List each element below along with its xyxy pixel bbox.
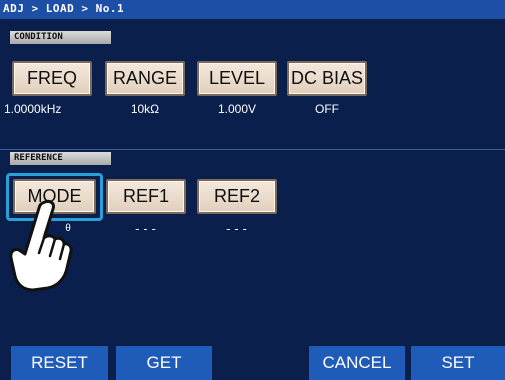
level-value: 1.000V <box>217 102 257 116</box>
reset-button[interactable]: RESET <box>11 346 108 380</box>
freq-value: 1.0000kHz <box>4 102 62 116</box>
set-button[interactable]: SET <box>411 346 505 380</box>
adjustment-screen: ADJ > LOAD > No.1 CONDITION FREQ RANGE L… <box>0 0 505 380</box>
range-button[interactable]: RANGE <box>105 61 185 96</box>
dc-bias-button[interactable]: DC BIAS <box>287 61 367 96</box>
ref2-button[interactable]: REF2 <box>197 179 277 214</box>
hand-pointer-icon <box>9 199 73 292</box>
dc-bias-value: OFF <box>315 102 339 116</box>
section-divider <box>0 149 505 150</box>
condition-section-label: CONDITION <box>10 31 111 44</box>
get-button[interactable]: GET <box>116 346 212 380</box>
breadcrumb: ADJ > LOAD > No.1 <box>3 2 125 15</box>
cancel-button[interactable]: CANCEL <box>309 346 405 380</box>
level-button[interactable]: LEVEL <box>197 61 277 96</box>
ref1-value: --- <box>133 222 159 236</box>
ref1-button[interactable]: REF1 <box>106 179 186 214</box>
reference-section-label: REFERENCE <box>10 152 111 165</box>
title-bar: ADJ > LOAD > No.1 <box>0 0 505 19</box>
freq-button[interactable]: FREQ <box>12 61 92 96</box>
ref2-value: --- <box>224 222 250 236</box>
range-value: 10kΩ <box>130 102 160 116</box>
